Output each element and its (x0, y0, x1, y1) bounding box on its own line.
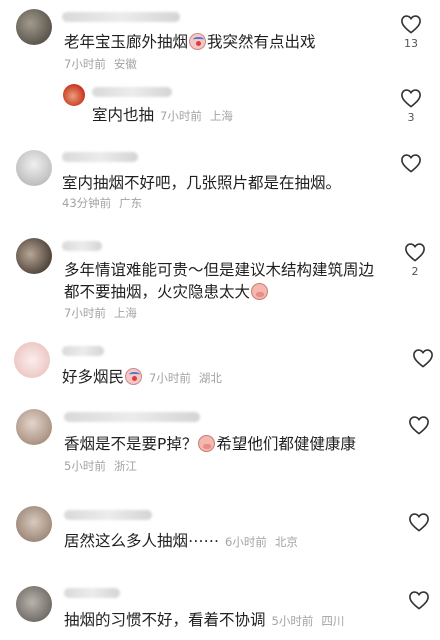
comment-location: 湖北 (198, 371, 222, 385)
heart-outline-icon (409, 416, 429, 435)
reply-avatar[interactable] (63, 84, 85, 106)
username-blurred[interactable] (64, 588, 120, 598)
comment-time: 6小时前 (225, 535, 267, 549)
comment-time: 7小时前 (64, 57, 106, 71)
comment-location: 安徽 (113, 57, 137, 71)
avatar[interactable] (16, 409, 52, 445)
avatar[interactable] (16, 238, 52, 274)
comment-item: 多年情谊难能可贵～但是建议木结构建筑周边都不要抽烟，火灾隐患太大 7小时前 上海 … (0, 235, 440, 340)
avatar[interactable] (16, 9, 52, 45)
comment-text: 香烟是不是要P掉？ 希望他们都健健康康 (64, 435, 356, 453)
comment-text: 室内抽烟不好吧，几张照片都是在抽烟。 (62, 174, 342, 192)
comment-time: 43分钟前 (62, 196, 112, 210)
comment-time: 7小时前 (149, 371, 191, 385)
comment-item: 居然这么多人抽烟⋯⋯ 6小时前 北京 (0, 498, 440, 570)
comment-item: 香烟是不是要P掉？ 希望他们都健健康康 5小时前 浙江 (0, 403, 440, 498)
avatar[interactable] (16, 150, 52, 186)
comment-location: 广东 (119, 196, 143, 210)
comment-text: 老年宝玉廊外抽烟 我突然有点出戏 (64, 33, 316, 51)
comment-time: 5小时前 (271, 614, 314, 628)
pig-face-emoji-icon (198, 435, 216, 452)
comment-item: 好多烟民 7小时前 湖北 (0, 340, 440, 403)
username-blurred[interactable] (64, 510, 152, 520)
comment-location: 浙江 (113, 459, 137, 473)
avatar[interactable] (14, 342, 50, 378)
heart-outline-icon (413, 349, 433, 368)
comment-location: 四川 (321, 614, 345, 628)
reply-like-button[interactable]: 3 (394, 88, 428, 124)
like-button[interactable] (402, 512, 436, 535)
comment-location: 上海 (113, 306, 137, 320)
comment-meta: 43分钟前 广东 (62, 195, 150, 211)
avatar[interactable] (16, 586, 52, 622)
pig-face-emoji-icon (251, 283, 269, 300)
clown-face-emoji-icon (125, 368, 143, 385)
heart-outline-icon (401, 15, 421, 34)
avatar[interactable] (16, 506, 52, 542)
comment-item: 室内抽烟不好吧，几张照片都是在抽烟。 43分钟前 广东 (0, 145, 440, 235)
comment-text: 居然这么多人抽烟⋯⋯ 6小时前 北京 (64, 532, 298, 550)
reply-text: 室内也抽 7小时前 上海 (92, 106, 233, 124)
clown-face-emoji-icon (189, 33, 207, 50)
like-count: 3 (407, 111, 415, 124)
username-blurred[interactable] (62, 346, 104, 356)
like-count: 2 (411, 265, 419, 278)
username-blurred[interactable] (62, 241, 102, 251)
comment-time: 5小时前 (64, 459, 106, 473)
heart-outline-icon (401, 89, 421, 108)
heart-outline-icon (401, 154, 421, 173)
comment-item: 抽烟的习惯不好，看着不协调 5小时前 四川 (0, 570, 440, 640)
reply-time: 7小时前 (160, 109, 202, 123)
heart-outline-icon (409, 591, 429, 610)
like-button[interactable] (394, 153, 428, 176)
heart-outline-icon (405, 243, 425, 262)
reply-username-blurred[interactable] (92, 87, 172, 97)
like-button[interactable]: 13 (394, 14, 428, 50)
reply-location: 上海 (209, 109, 233, 123)
comment-meta: 7小时前 安徽 (64, 56, 145, 72)
like-button[interactable] (402, 415, 436, 438)
like-button[interactable] (406, 348, 440, 371)
username-blurred[interactable] (62, 152, 138, 162)
comment-text: 好多烟民 7小时前 湖北 (62, 368, 222, 386)
comment-text: 多年情谊难能可贵～但是建议木结构建筑周边都不要抽烟，火灾隐患太大 (64, 261, 375, 301)
comment-meta: 5小时前 浙江 (64, 458, 145, 474)
comment-text: 抽烟的习惯不好，看着不协调 5小时前 四川 (64, 611, 345, 629)
comment-location: 北京 (274, 535, 298, 549)
heart-outline-icon (409, 513, 429, 532)
username-blurred[interactable] (64, 412, 200, 422)
comment-meta: 7小时前 上海 (64, 305, 145, 321)
like-button[interactable] (402, 590, 436, 613)
like-button[interactable]: 2 (398, 242, 432, 278)
comment-time: 7小时前 (64, 306, 106, 320)
username-blurred[interactable] (62, 12, 180, 22)
like-count: 13 (404, 37, 418, 50)
comment-item: 老年宝玉廊外抽烟 我突然有点出戏 7小时前 安徽 13 室内也抽 7小时前 上海 3 (0, 0, 440, 145)
